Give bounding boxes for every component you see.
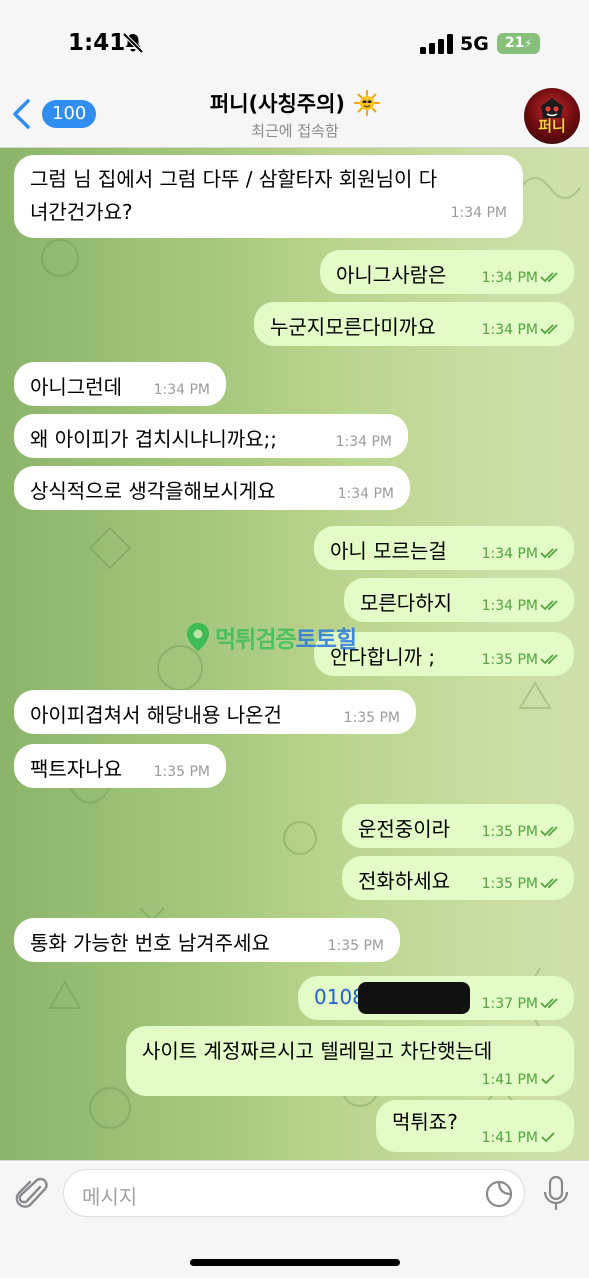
double-check-icon [540, 548, 558, 559]
watermark: 먹튀검증토토힐 [185, 618, 425, 654]
message-time: 1:35 PM [153, 764, 210, 780]
message-time: 1:34 PM [481, 322, 538, 338]
message-text: 운전중이라 [358, 817, 450, 841]
message-text: 아이피겹쳐서 해당내용 나온건 [30, 703, 282, 727]
battery-indicator: 21⚡ [497, 33, 540, 54]
message-text: 녀간건가요? [30, 200, 133, 224]
chevron-left-icon [13, 99, 30, 129]
message-text: 모른다하지 [360, 591, 452, 615]
message-outgoing[interactable]: 운전중이라 1:35 PM [342, 804, 574, 848]
message-outgoing[interactable]: 전화하세요 1:35 PM [342, 856, 574, 900]
message-text: 사이트 계정짜르시고 텔레밀고 차단햇는데 [142, 1039, 493, 1063]
sun-emoji-icon [354, 90, 381, 116]
message-time: 1:34 PM [481, 270, 538, 286]
battery-level: 21 [504, 35, 525, 51]
avatar[interactable]: 퍼니 [524, 88, 580, 144]
chat-messages[interactable]: 그럼 님 집에서 그럼 다뚜 / 삼할타자 회원님이 다 녀간건가요? 1:34… [0, 148, 589, 1160]
telegram-chat-screen: 1:41 5G 21⚡ 100 퍼니(사칭주의) 최근에 접속함 퍼니 그럼 님… [0, 0, 589, 1278]
message-outgoing[interactable]: 먹튀죠? 1:41 PM [376, 1100, 574, 1152]
message-time: 1:34 PM [481, 546, 538, 562]
redaction-block [358, 982, 470, 1014]
message-text: 팩트자나요 [30, 757, 122, 781]
message-time: 1:34 PM [335, 434, 392, 450]
double-check-icon [540, 826, 558, 837]
message-text: 아니그사람은 [336, 263, 447, 287]
message-time: 1:41 PM [481, 1072, 538, 1088]
chat-title-block[interactable]: 퍼니(사칭주의) 최근에 접속함 [160, 88, 430, 141]
message-time: 1:34 PM [481, 598, 538, 614]
chat-title: 퍼니(사칭주의) [209, 92, 346, 116]
status-time: 1:41 [68, 30, 126, 56]
message-incoming[interactable]: 통화 가능한 번호 남겨주세요 1:35 PM [14, 918, 400, 962]
home-indicator [190, 1259, 400, 1266]
message-time: 1:35 PM [327, 938, 384, 954]
message-time: 1:34 PM [153, 382, 210, 398]
paperclip-attach-icon[interactable] [14, 1175, 50, 1213]
back-button[interactable]: 100 [8, 94, 97, 134]
watermark-text: 먹튀검증토토힐 [215, 620, 357, 654]
message-text: 통화 가능한 번호 남겨주세요 [30, 931, 270, 955]
message-input[interactable]: 메시지 [63, 1169, 525, 1217]
message-text: 전화하세요 [358, 869, 450, 893]
sticker-icon[interactable] [484, 1179, 514, 1209]
double-check-icon [540, 600, 558, 611]
chat-header: 100 퍼니(사칭주의) 최근에 접속함 퍼니 [0, 86, 589, 148]
double-check-icon [540, 324, 558, 335]
check-icon [541, 1132, 555, 1143]
message-text: 그럼 님 집에서 그럼 다뚜 / 삼할타자 회원님이 다 [30, 167, 438, 191]
message-text: 아니그런데 [30, 375, 122, 399]
microphone-icon[interactable] [541, 1175, 571, 1213]
double-check-icon [540, 878, 558, 889]
message-text: 누군지모른다미까요 [270, 315, 436, 339]
unread-count-badge: 100 [42, 100, 97, 128]
message-text: 왜 아이피가 겹치시냐니까요;; [30, 427, 277, 451]
double-check-icon [540, 272, 558, 283]
message-text: 상식적으로 생각을해보시게요 [30, 479, 276, 503]
message-outgoing[interactable]: 아니 모르는걸 1:34 PM [314, 526, 574, 570]
message-time: 1:37 PM [481, 996, 538, 1012]
message-time: 1:35 PM [481, 652, 538, 668]
message-outgoing[interactable]: 모른다하지 1:34 PM [344, 578, 574, 622]
message-outgoing[interactable]: 아니그사람은 1:34 PM [320, 250, 574, 294]
message-time: 1:34 PM [450, 205, 507, 221]
message-incoming[interactable]: 아이피겹쳐서 해당내용 나온건 1:35 PM [14, 690, 416, 734]
message-incoming[interactable]: 왜 아이피가 겹치시냐니까요;; 1:34 PM [14, 414, 408, 458]
message-outgoing[interactable]: 사이트 계정짜르시고 텔레밀고 차단햇는데 1:41 PM [126, 1026, 574, 1096]
double-check-icon [540, 998, 558, 1009]
message-time: 1:34 PM [337, 486, 394, 502]
message-time: 1:41 PM [481, 1130, 538, 1146]
message-outgoing-phone[interactable]: 0108 1:37 PM [298, 976, 574, 1020]
mute-bell-icon [122, 32, 144, 54]
message-time: 1:35 PM [481, 876, 538, 892]
watermark-text-2: 토토힐 [295, 627, 357, 653]
message-input-placeholder: 메시지 [82, 1185, 138, 1209]
message-incoming[interactable]: 그럼 님 집에서 그럼 다뚜 / 삼할타자 회원님이 다 녀간건가요? 1:34… [14, 155, 523, 238]
double-check-icon [540, 654, 558, 665]
message-text: 먹튀죠? [392, 1110, 458, 1134]
status-bar: 1:41 5G 21⚡ [0, 0, 589, 86]
last-seen-status: 최근에 접속함 [251, 122, 339, 140]
network-type: 5G [460, 33, 489, 55]
signal-strength-icon [420, 34, 453, 54]
message-incoming[interactable]: 상식적으로 생각을해보시게요 1:34 PM [14, 466, 410, 510]
location-pin-icon [187, 623, 209, 651]
message-outgoing[interactable]: 누군지모른다미까요 1:34 PM [254, 302, 574, 346]
message-incoming[interactable]: 팩트자나요 1:35 PM [14, 744, 226, 788]
message-time: 1:35 PM [343, 710, 400, 726]
message-incoming[interactable]: 아니그런데 1:34 PM [14, 362, 226, 406]
message-composer: 메시지 [0, 1160, 589, 1278]
message-time: 1:35 PM [481, 824, 538, 840]
watermark-text-1: 먹튀검증 [215, 627, 297, 653]
message-text: 아니 모르는걸 [330, 539, 447, 563]
check-icon [541, 1074, 555, 1085]
avatar-logo-text: 퍼니 [538, 117, 566, 135]
